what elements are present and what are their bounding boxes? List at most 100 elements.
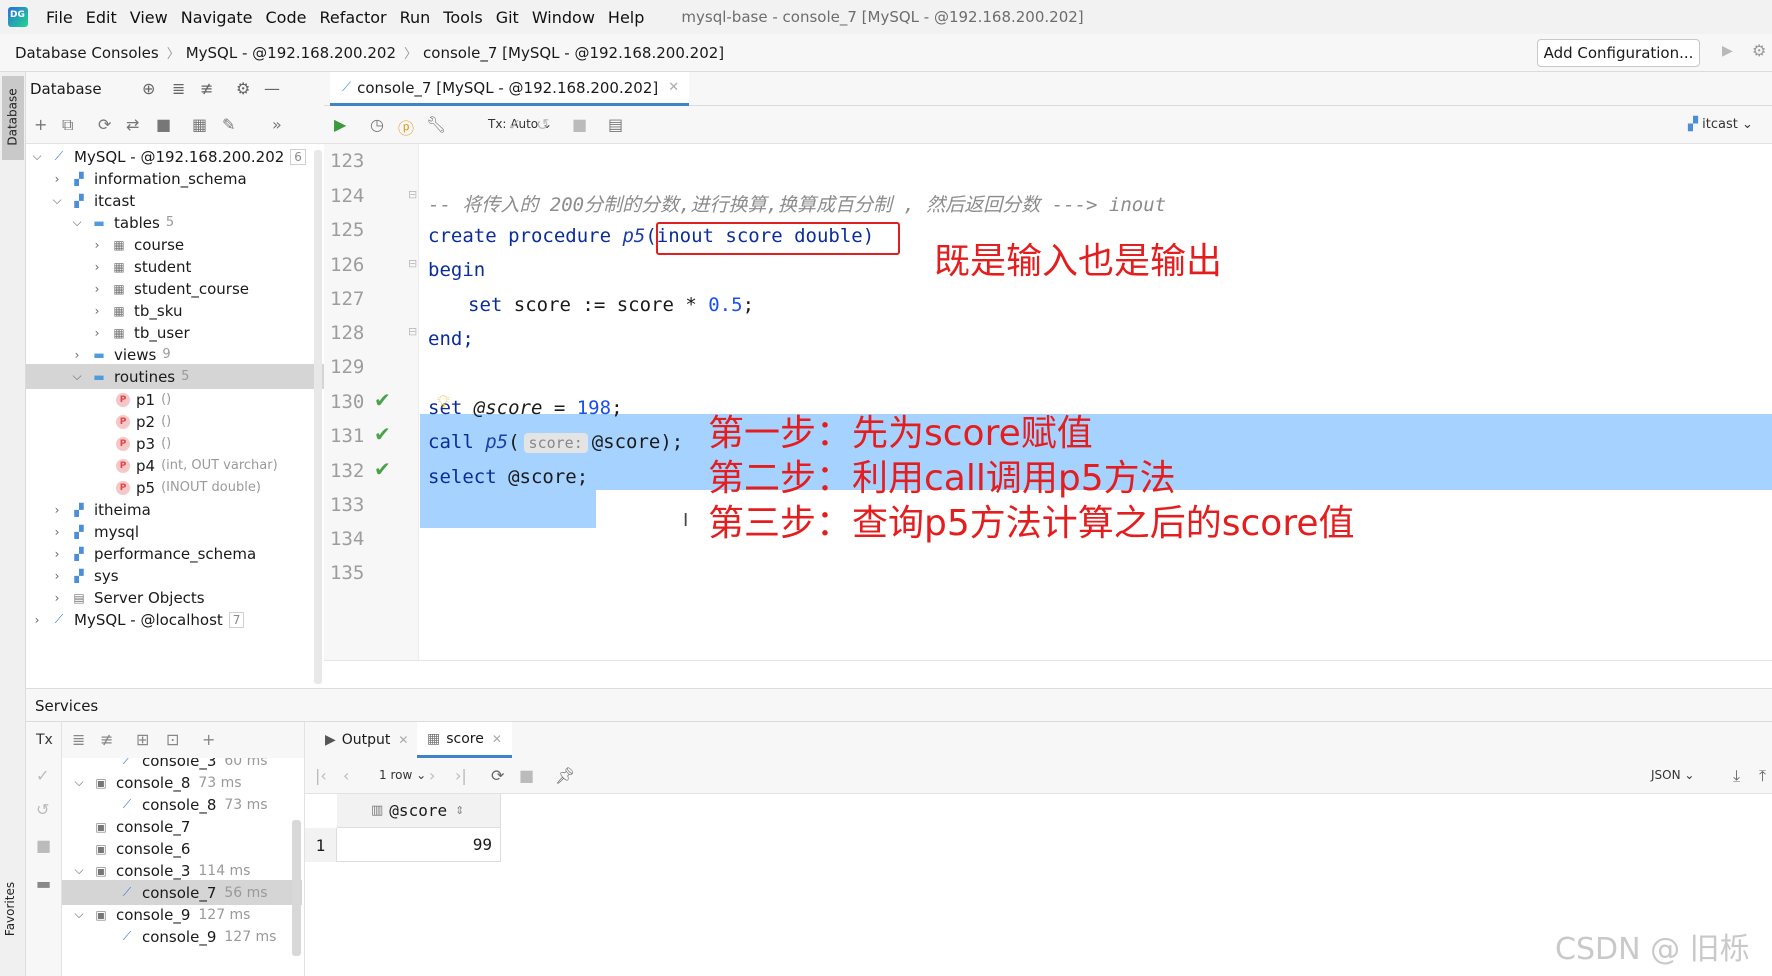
tx-label[interactable]: Tx bbox=[36, 732, 53, 748]
chevron-right-icon[interactable]: › bbox=[50, 591, 64, 605]
tab-score[interactable]: ▦ score ✕ bbox=[417, 722, 512, 758]
result-cell[interactable]: 99 bbox=[337, 828, 501, 862]
fold-icon[interactable]: ⊟ bbox=[408, 325, 417, 338]
database-tree-scrollbar[interactable] bbox=[314, 150, 322, 684]
refresh-icon[interactable]: ⟳ bbox=[491, 766, 504, 785]
services-scrollbar[interactable] bbox=[292, 820, 301, 956]
chevron-down-icon[interactable]: ⌵ bbox=[70, 369, 84, 384]
close-icon[interactable]: ✕ bbox=[398, 733, 408, 747]
parameters-icon[interactable]: ⓟ bbox=[398, 115, 414, 139]
row-count-select[interactable]: 1 row ⌄ bbox=[379, 768, 426, 782]
menu-file[interactable]: File bbox=[42, 8, 82, 27]
chevron-right-icon[interactable]: › bbox=[90, 326, 104, 340]
minimize-icon[interactable]: — bbox=[264, 79, 280, 98]
expand-all-icon[interactable]: ≣ bbox=[72, 730, 85, 749]
chevron-right-icon[interactable]: › bbox=[50, 503, 64, 517]
locate-icon[interactable]: ⊕ bbox=[142, 79, 155, 98]
chevron-right-icon[interactable]: › bbox=[90, 304, 104, 318]
layout-icon[interactable]: ▬ bbox=[36, 874, 51, 893]
code-line-127[interactable]: set score := score * 0.5; bbox=[468, 294, 754, 316]
filter-icon[interactable]: ⊡ bbox=[166, 730, 179, 749]
chevron-right-icon[interactable]: › bbox=[30, 613, 44, 627]
stop-icon[interactable]: ■ bbox=[572, 115, 587, 134]
copy-icon[interactable]: ⧉ bbox=[62, 115, 73, 135]
breadcrumb-console[interactable]: console_7 [MySQL - @192.168.200.202] bbox=[417, 44, 724, 62]
group-icon[interactable]: ⊞ bbox=[136, 730, 149, 749]
edit-icon[interactable]: ✎ bbox=[222, 115, 235, 134]
last-page-icon[interactable]: ›| bbox=[455, 766, 467, 785]
chevron-right-icon[interactable]: › bbox=[50, 525, 64, 539]
breadcrumb-database-consoles[interactable]: Database Consoles bbox=[0, 44, 159, 62]
settings-icon[interactable]: ⚙ bbox=[236, 79, 250, 98]
collapse-all-icon[interactable]: ≢ bbox=[200, 79, 213, 98]
fold-icon[interactable]: ⊟ bbox=[408, 257, 417, 270]
chevron-down-icon[interactable]: ⌵ bbox=[30, 149, 44, 164]
sql-editor[interactable] bbox=[420, 144, 1772, 660]
close-icon[interactable]: ✕ bbox=[492, 732, 502, 746]
tree-item-routines[interactable]: ⌵ ▬ routines 5 bbox=[26, 364, 324, 389]
execute-icon[interactable]: ▶ bbox=[334, 115, 346, 134]
menu-tools[interactable]: Tools bbox=[439, 8, 491, 27]
chevron-right-icon[interactable]: › bbox=[90, 260, 104, 274]
table-view-icon[interactable]: ▦ bbox=[192, 115, 207, 134]
expand-all-icon[interactable]: ≣ bbox=[172, 79, 185, 98]
code-line-128[interactable]: end; bbox=[428, 328, 474, 350]
add-icon[interactable]: + bbox=[34, 115, 47, 134]
collapse-all-icon[interactable]: ≢ bbox=[100, 730, 113, 749]
chevron-down-icon[interactable]: ⌵ bbox=[72, 907, 86, 922]
gear-icon[interactable]: ⚙ bbox=[1752, 41, 1766, 60]
chevron-right-icon[interactable]: › bbox=[50, 547, 64, 561]
rollback-icon[interactable]: ↺ bbox=[36, 800, 49, 819]
stop-icon[interactable]: ■ bbox=[36, 836, 51, 855]
menu-help[interactable]: Help bbox=[604, 8, 653, 27]
code-line-132[interactable]: select @score; bbox=[428, 466, 588, 488]
prev-page-icon[interactable]: ‹ bbox=[343, 766, 349, 785]
tree-item-mysql-localhost[interactable]: › ⟋ MySQL - @localhost 7 bbox=[26, 607, 324, 632]
chevron-right-icon[interactable]: › bbox=[90, 282, 104, 296]
close-icon[interactable]: ✕ bbox=[668, 80, 679, 95]
schema-sync-icon[interactable]: ⇄ bbox=[126, 115, 139, 134]
more-icon[interactable]: » bbox=[272, 115, 282, 134]
menu-navigate[interactable]: Navigate bbox=[177, 8, 262, 27]
code-line-130[interactable]: set @score = 198; bbox=[428, 397, 623, 419]
chevron-right-icon[interactable]: › bbox=[70, 348, 84, 362]
wrench-icon[interactable]: 🔧︎ bbox=[426, 115, 446, 134]
breadcrumb-datasource[interactable]: MySQL - @192.168.200.202 bbox=[180, 44, 396, 62]
stop-icon[interactable]: ■ bbox=[156, 115, 171, 134]
first-page-icon[interactable]: |‹ bbox=[315, 766, 327, 785]
chevron-right-icon[interactable]: › bbox=[50, 172, 64, 186]
tab-console-7[interactable]: ⟋ console_7 [MySQL - @192.168.200.202] ✕ bbox=[330, 72, 690, 106]
tab-output[interactable]: ▶ Output ✕ bbox=[315, 722, 418, 758]
chevron-down-icon[interactable]: ⌵ bbox=[72, 775, 86, 790]
column-header-score[interactable]: ▥ @score ⇕ bbox=[337, 794, 501, 828]
chevron-down-icon[interactable]: ⌵ bbox=[72, 863, 86, 878]
upload-icon[interactable]: ⤒ bbox=[1759, 766, 1766, 786]
stop-icon[interactable]: ■ bbox=[519, 766, 534, 785]
menu-git[interactable]: Git bbox=[492, 8, 528, 27]
pin-icon[interactable]: 📌︎ bbox=[555, 766, 575, 785]
database-tool-window-button[interactable]: Database bbox=[2, 76, 24, 160]
code-line-126[interactable]: begin bbox=[428, 259, 485, 281]
rollback-icon[interactable]: ↺ bbox=[536, 115, 549, 134]
download-icon[interactable]: ⤓ bbox=[1733, 766, 1740, 786]
favorites-stripe-label[interactable]: Favorites bbox=[3, 882, 17, 936]
commit-icon[interactable]: ✓ bbox=[508, 115, 521, 134]
fold-icon[interactable]: ⊟ bbox=[408, 188, 417, 201]
commit-icon[interactable]: ✓ bbox=[36, 766, 49, 785]
next-page-icon[interactable]: › bbox=[429, 766, 435, 785]
add-icon[interactable]: + bbox=[202, 730, 215, 749]
add-configuration-button[interactable]: Add Configuration... bbox=[1537, 39, 1700, 67]
chevron-down-icon[interactable]: ⌵ bbox=[50, 193, 64, 208]
sort-icon[interactable]: ⇕ bbox=[455, 804, 464, 817]
output-layout-icon[interactable]: ▤ bbox=[608, 115, 623, 134]
export-format-select[interactable]: JSON ⌄ bbox=[1651, 768, 1694, 782]
run-icon[interactable]: ▶ bbox=[1722, 43, 1733, 59]
lightbulb-icon[interactable]: 💡︎ bbox=[437, 392, 450, 413]
code-line-131[interactable]: call p5(score: @score); bbox=[428, 431, 683, 453]
refresh-icon[interactable]: ⟳ bbox=[98, 115, 111, 134]
chevron-down-icon[interactable]: ⌵ bbox=[70, 215, 84, 230]
code-line-124[interactable]: -- 将传入的 200分制的分数,进行换算,换算成百分制 , 然后返回分数 --… bbox=[428, 190, 1166, 217]
menu-run[interactable]: Run bbox=[396, 8, 440, 27]
service-console-9[interactable]: ⟋ console_9 127 ms bbox=[62, 924, 302, 949]
menu-code[interactable]: Code bbox=[262, 8, 316, 27]
